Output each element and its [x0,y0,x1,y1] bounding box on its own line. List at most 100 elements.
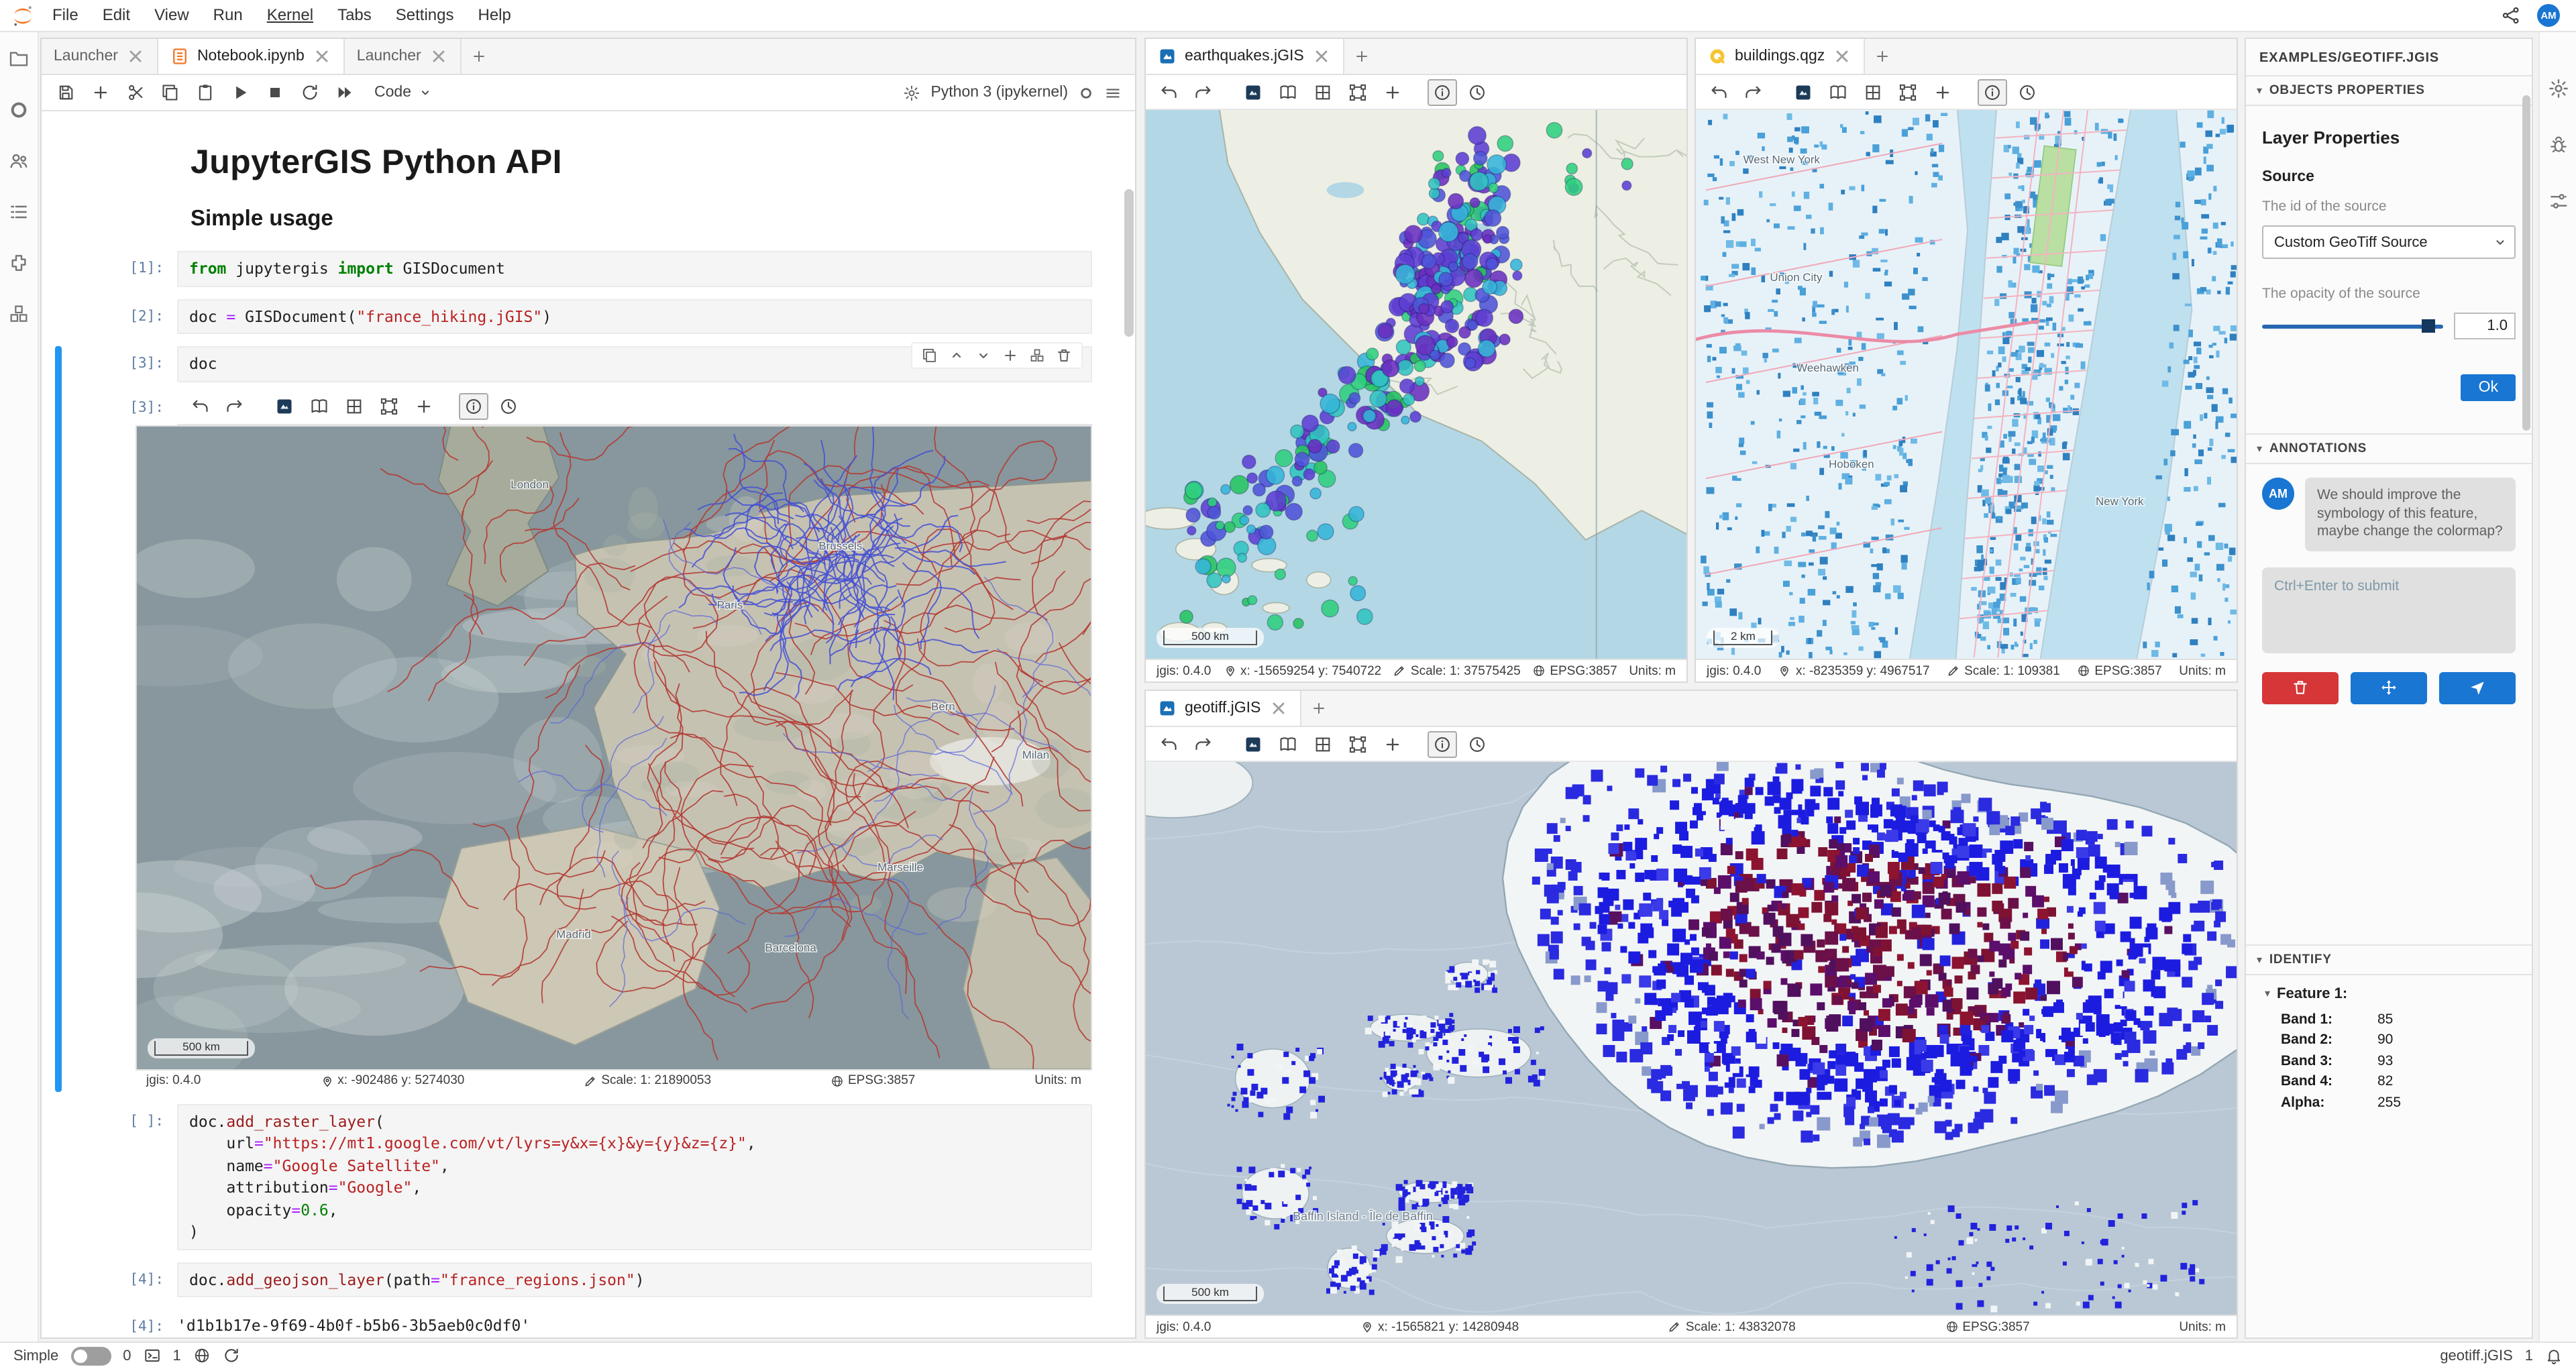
menu-edit[interactable]: Edit [91,0,142,31]
new-tab-button[interactable] [1865,39,1900,74]
restart-run-all-button[interactable] [329,79,360,106]
map-canvas-buildings[interactable]: West New YorkUnion CityWeehawkenHobokenN… [1696,110,2237,659]
cut-cells-button[interactable] [119,79,150,106]
menu-run[interactable]: Run [201,0,255,31]
opacity-value-input[interactable]: 1.0 [2454,313,2516,339]
terminal-icon[interactable] [144,1348,161,1365]
move-cell-down-icon[interactable] [975,347,991,364]
add-layer-button[interactable] [1378,730,1407,757]
menu-kernel[interactable]: Kernel [255,0,325,31]
cell-editor[interactable]: doc = GISDocument("france_hiking.jGIS") [177,298,1092,334]
delete-cell-icon[interactable] [1056,347,1072,364]
refresh-icon[interactable] [223,1348,240,1365]
cell-type-dropdown[interactable]: Code [364,85,442,101]
close-tab-icon[interactable] [126,47,145,66]
basemap-button[interactable] [1273,730,1303,757]
insert-cell-below-icon[interactable] [1029,347,1045,364]
undo-button[interactable] [1154,730,1183,757]
kernel-name-label[interactable]: Python 3 (ipykernel) [930,85,1068,101]
undo-button[interactable] [1704,78,1733,105]
file-browser-icon[interactable] [8,48,30,70]
basemap-button[interactable] [1823,78,1853,105]
cell-collapser[interactable] [55,298,62,334]
tab-launcher-1[interactable]: Launcher [42,39,158,74]
focus-annotation-button[interactable] [2351,671,2427,704]
add-layer-button[interactable] [1378,78,1407,105]
kernels-count[interactable]: 1 [173,1348,181,1364]
jgis-logo-button[interactable] [1238,78,1268,105]
bell-icon[interactable] [2545,1348,2563,1365]
terminals-count[interactable]: 0 [123,1348,131,1364]
tiles-button[interactable] [1858,78,1888,105]
markdown-cell[interactable]: JupyterGIS Python API Simple usage [191,144,1084,232]
identify-button[interactable] [1978,78,2007,105]
menu-view[interactable]: View [142,0,201,31]
basemap-button[interactable] [305,393,334,420]
vector-layer-button[interactable] [374,393,404,420]
share-icon[interactable] [2501,5,2521,25]
close-tab-icon[interactable] [429,47,448,66]
code-cell-1[interactable]: [1]: from jupytergis import GISDocument [55,251,1116,286]
temporal-controller-button[interactable] [494,393,523,420]
cell-collapser[interactable] [55,1103,62,1250]
cell-collapser[interactable] [55,1262,62,1297]
redo-button[interactable] [1739,78,1768,105]
vector-layer-button[interactable] [1893,78,1923,105]
new-tab-button[interactable] [462,39,496,74]
insert-cell-button[interactable] [85,79,115,106]
tab-notebook[interactable]: Notebook.ipynb [158,39,345,74]
identify-button[interactable] [1428,78,1457,105]
section-identify[interactable]: ▾IDENTIFY [2246,944,2532,975]
source-select[interactable]: Custom GeoTiff Source [2262,225,2516,259]
cell-collapser[interactable] [55,346,62,1091]
interrupt-kernel-button[interactable] [259,79,290,106]
redo-button[interactable] [1189,730,1218,757]
property-inspector-icon[interactable] [2547,78,2569,99]
vector-layer-button[interactable] [1343,78,1373,105]
map-projection[interactable]: EPSG:3857 [1962,1319,2029,1334]
tab-buildings[interactable]: buildings.qgz [1696,39,1865,74]
map-canvas-geotiff[interactable]: Baffin Island - Île de Baffin 500 km [1146,762,2237,1315]
collaborators-icon[interactable] [8,150,30,172]
ok-button[interactable]: Ok [2461,374,2516,401]
jgis-logo-button[interactable] [1788,78,1818,105]
notebook-scrollbar[interactable] [1124,189,1134,337]
globe-icon[interactable] [193,1348,211,1365]
undo-button[interactable] [1154,78,1183,105]
opacity-slider-thumb[interactable] [2422,319,2435,333]
cell-editor[interactable]: from jupytergis import GISDocument [177,251,1092,286]
map-projection[interactable]: EPSG:3857 [2094,663,2161,678]
notebook-menu-icon[interactable] [1104,84,1122,101]
close-tab-icon[interactable] [1269,699,1287,718]
close-tab-icon[interactable] [313,47,331,66]
section-annotations[interactable]: ▾ANNOTATIONS [2246,433,2532,464]
table-of-contents-icon[interactable] [8,201,30,223]
sidebar-scrollbar[interactable] [2522,95,2530,431]
code-cell-3[interactable]: [3]: doc [55,346,1116,1091]
kernel-settings-icon[interactable] [902,84,920,101]
new-tab-button[interactable] [1301,691,1336,726]
menu-tabs[interactable]: Tabs [325,0,384,31]
add-layer-button[interactable] [409,393,439,420]
vector-layer-button[interactable] [1343,730,1373,757]
new-tab-button[interactable] [1344,39,1379,74]
identify-button[interactable] [459,393,488,420]
temporal-controller-button[interactable] [1462,78,1492,105]
extension-manager-icon[interactable] [8,252,30,274]
add-layer-button[interactable] [1928,78,1957,105]
jgis-logo-button[interactable] [1238,730,1268,757]
close-tab-icon[interactable] [1312,47,1331,66]
tiles-button[interactable] [1308,78,1338,105]
cell-editor[interactable]: doc.add_raster_layer( url="https://mt1.g… [177,1103,1092,1250]
code-cell-2[interactable]: [2]: doc = GISDocument("france_hiking.jG… [55,298,1116,334]
code-cell-4[interactable]: [ ]: doc.add_raster_layer( url="https://… [55,1103,1116,1250]
cell-collapser[interactable] [55,251,62,286]
simple-mode-toggle[interactable] [70,1347,111,1366]
opacity-slider[interactable] [2262,319,2443,333]
user-avatar[interactable]: AM [2537,4,2560,27]
basemap-button[interactable] [1273,78,1303,105]
menu-settings[interactable]: Settings [384,0,466,31]
save-button[interactable] [50,79,80,106]
map-canvas-earthquakes[interactable]: 500 km [1146,110,1686,659]
duplicate-cell-icon[interactable] [922,347,938,364]
